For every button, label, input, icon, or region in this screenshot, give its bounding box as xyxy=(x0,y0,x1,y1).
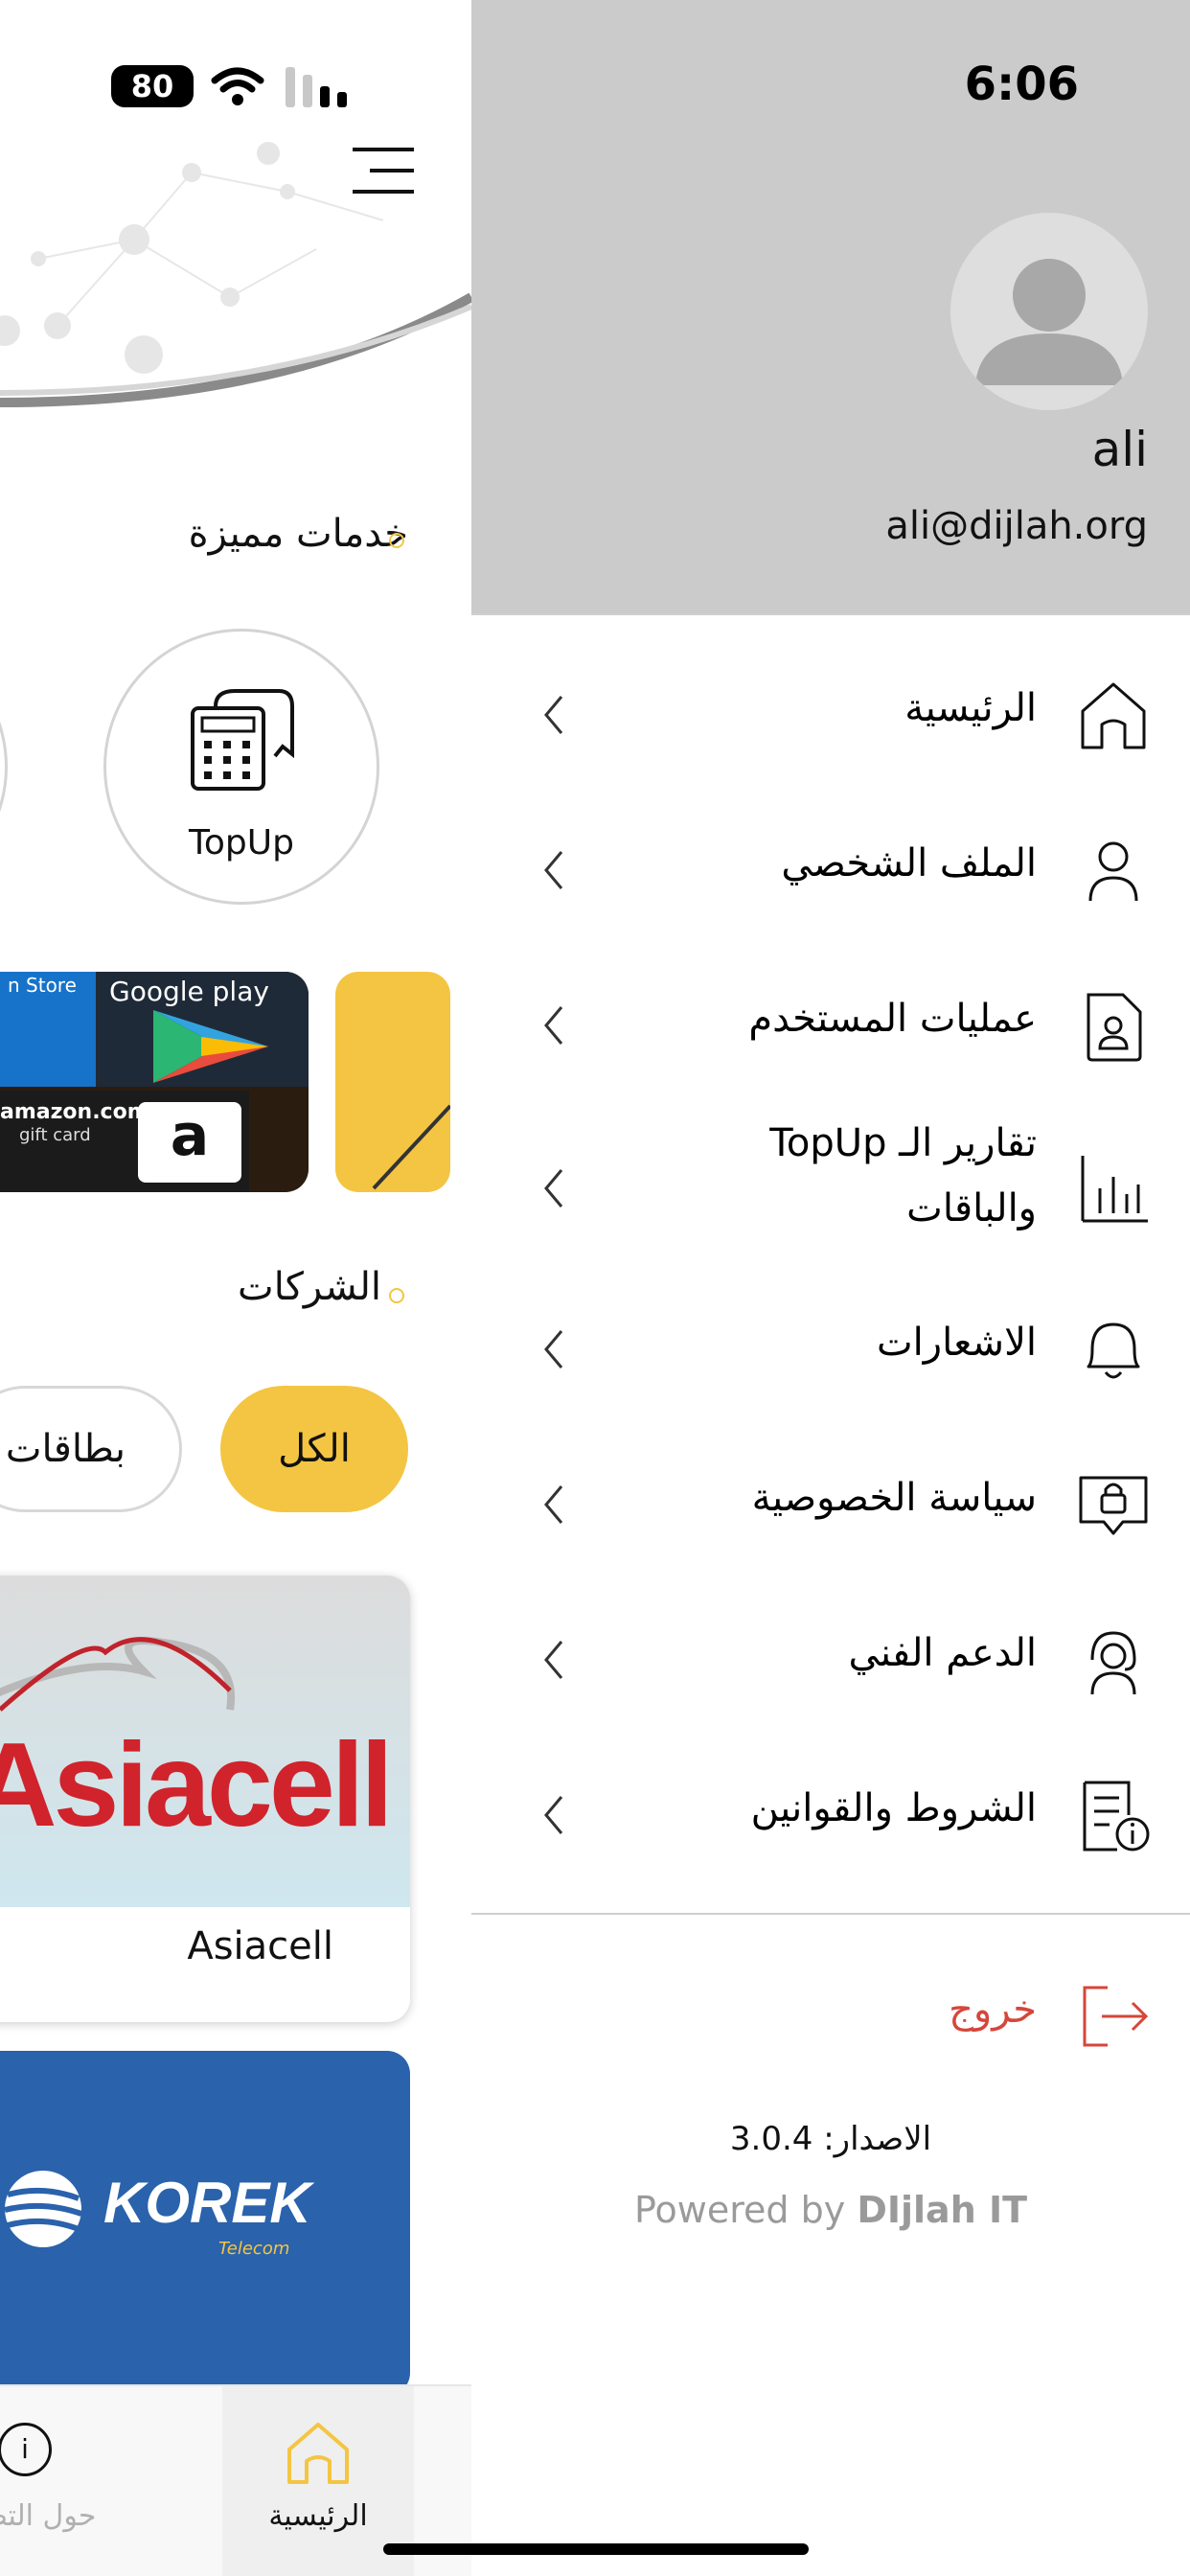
battery-level: 80 xyxy=(130,68,174,104)
logout-icon xyxy=(1083,1986,1149,2047)
menu-item-privacy[interactable]: سياسة الخصوصية xyxy=(471,1438,1190,1572)
menu-item-label: الشروط والقوانين xyxy=(750,1786,1037,1830)
logout-label: خروج xyxy=(949,1988,1037,2032)
menu-icon xyxy=(353,148,414,194)
featured-service-topup[interactable]: TopUp xyxy=(103,629,379,905)
menu-item-label: سياسة الخصوصية xyxy=(751,1476,1037,1520)
menu-item-notifications[interactable]: الاشعارات xyxy=(471,1282,1190,1416)
profile-header: 6:06 ali ali@dijlah.org xyxy=(471,0,1190,613)
bar-chart-icon xyxy=(1081,1156,1148,1223)
google-play-tile: Google play xyxy=(96,972,309,1087)
menu-item-label: الاشعارات xyxy=(876,1321,1037,1365)
tab-about[interactable]: i حول التط xyxy=(0,2386,134,2576)
asiacell-swoosh xyxy=(0,1637,236,1712)
amazon-logo-box: a xyxy=(138,1102,241,1183)
menu-item-terms[interactable]: الشروط والقوانين xyxy=(471,1748,1190,1882)
menu-item-label-line1: تقارير الـ TopUp xyxy=(769,1121,1037,1165)
amazon-text: amazon.com xyxy=(0,1100,149,1124)
home-icon xyxy=(1081,682,1146,749)
section-bullet xyxy=(389,1288,404,1303)
google-play-icon xyxy=(153,1010,268,1083)
privacy-lock-icon xyxy=(1079,1476,1148,1535)
menu-item-support[interactable]: الدعم الفني xyxy=(471,1593,1190,1727)
menu-item-home[interactable]: الرئيسية xyxy=(471,648,1190,782)
avatar[interactable] xyxy=(950,213,1148,410)
powered-by-brand: DIjlah IT xyxy=(857,2189,1028,2231)
menu-item-label-line2: والباقات xyxy=(906,1186,1037,1230)
app-version: الاصدار: 3.0.4 xyxy=(729,2120,932,2158)
home-indicator xyxy=(383,2543,809,2555)
featured-service-label: TopUp xyxy=(189,823,294,862)
chevron-left-icon xyxy=(544,1169,563,1208)
signal-icon xyxy=(286,67,347,107)
amazon-subtext: gift card xyxy=(19,1125,91,1145)
main-screen: 80 خدمات مميزة TopUp n Store Google play… xyxy=(0,0,471,2576)
tab-home-label: الرئيسية xyxy=(268,2499,368,2533)
gift-cards-banner[interactable]: n Store Google play amazon.com gift card… xyxy=(0,972,309,1192)
companies-title: الشركات xyxy=(238,1265,381,1309)
powered-by: Powered by DIjlah IT xyxy=(471,2189,1190,2231)
banner-next-decoration xyxy=(372,1104,450,1190)
section-bullet xyxy=(389,533,404,548)
korek-subtext: Telecom xyxy=(218,2239,290,2259)
logout-button[interactable]: خروج xyxy=(471,1949,1190,2083)
korek-logo-text: KOREK xyxy=(103,2171,311,2235)
store-text: n Store xyxy=(8,974,77,997)
menu-item-label: الدعم الفني xyxy=(848,1631,1037,1675)
featured-services-title: خدمات مميزة xyxy=(188,512,408,556)
hamburger-menu-button[interactable] xyxy=(345,142,422,203)
user-name: ali xyxy=(1091,422,1148,477)
menu-item-user-operations[interactable]: عمليات المستخدم xyxy=(471,958,1190,1092)
home-icon xyxy=(287,2423,349,2484)
asiacell-logo-area: Asiacell xyxy=(0,1576,410,1907)
chevron-left-icon xyxy=(544,1796,563,1834)
user-avatar-icon xyxy=(975,259,1123,385)
filter-all[interactable]: الكل xyxy=(220,1386,408,1512)
chevron-left-icon xyxy=(544,696,563,734)
profile-divider xyxy=(471,613,1190,615)
company-card-asiacell[interactable]: Asiacell Asiacell xyxy=(0,1576,410,2022)
document-user-icon xyxy=(1087,993,1142,1062)
amazon-logo-letter: a xyxy=(170,1102,210,1169)
wifi-icon xyxy=(211,67,264,105)
chevron-left-icon xyxy=(544,1485,563,1524)
company-caption: Asiacell xyxy=(187,1924,333,1968)
menu-item-topup-reports[interactable]: تقارير الـ TopUp والباقات xyxy=(471,1112,1190,1265)
chevron-left-icon xyxy=(544,1330,563,1368)
store-card-tile: n Store xyxy=(0,972,96,1087)
google-play-text: Google play xyxy=(109,976,269,1007)
side-drawer: 6:06 ali ali@dijlah.org الرئيسية الملف ا… xyxy=(471,0,1190,2576)
banner-next-partial[interactable] xyxy=(335,972,450,1192)
bell-icon xyxy=(1087,1322,1140,1379)
korek-globe-icon xyxy=(4,2171,82,2247)
amazon-tile: amazon.com gift card a xyxy=(0,1091,249,1192)
tab-about-label: حول التط xyxy=(0,2499,97,2533)
support-headset-icon xyxy=(1090,1631,1136,1695)
menu-divider xyxy=(471,1913,1190,1915)
asiacell-logo-text: Asiacell xyxy=(0,1719,394,1852)
battery-indicator: 80 xyxy=(111,65,194,107)
company-card-korek[interactable]: KOREK Telecom xyxy=(0,2051,410,2396)
info-icon: i xyxy=(0,2423,52,2476)
menu-item-label: الرئيسية xyxy=(904,686,1037,730)
chevron-left-icon xyxy=(544,1006,563,1045)
menu-item-profile[interactable]: الملف الشخصي xyxy=(471,803,1190,937)
status-time: 6:06 xyxy=(964,58,1079,111)
chevron-left-icon xyxy=(544,851,563,889)
chevron-left-icon xyxy=(544,1641,563,1679)
filter-cards[interactable]: بطاقات xyxy=(0,1386,182,1512)
user-icon xyxy=(1088,841,1138,902)
featured-service-partial[interactable] xyxy=(0,629,8,905)
topup-receipt-icon xyxy=(191,689,294,791)
menu-item-label: عمليات المستخدم xyxy=(748,997,1037,1041)
user-email: ali@dijlah.org xyxy=(885,504,1148,548)
menu-item-label: الملف الشخصي xyxy=(781,841,1037,886)
powered-by-prefix: Powered by xyxy=(633,2189,846,2231)
terms-info-icon xyxy=(1083,1781,1150,1852)
